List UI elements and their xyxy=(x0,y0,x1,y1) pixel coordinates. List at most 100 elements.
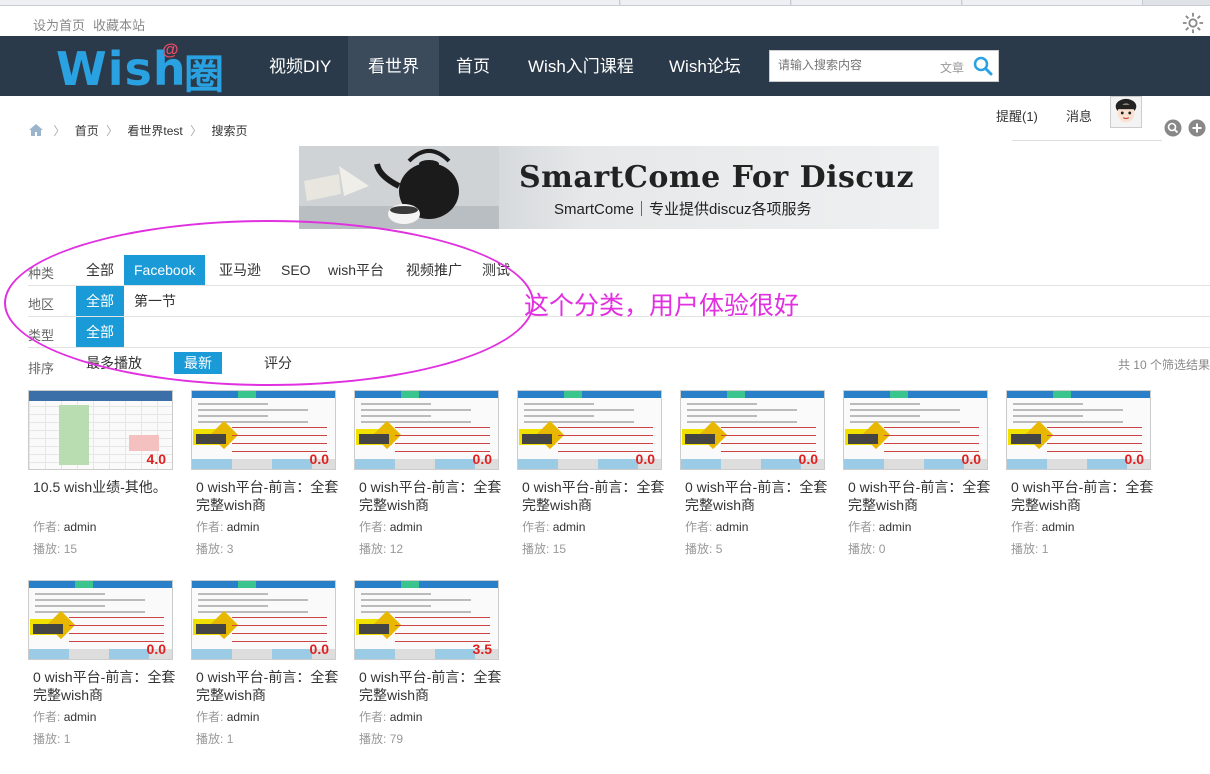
video-thumbnail[interactable]: 0.0 xyxy=(517,390,662,470)
gear-icon[interactable] xyxy=(1182,12,1204,34)
filter-category-amazon[interactable]: 亚马逊 xyxy=(209,255,271,285)
filter-region-section-one[interactable]: 第一节 xyxy=(124,286,186,316)
avatar[interactable] xyxy=(1110,96,1142,128)
video-score: 3.5 xyxy=(472,641,492,657)
plays-label: 播放: xyxy=(685,542,713,556)
video-title[interactable]: 0 wish平台-前言：全套完整wish商 xyxy=(1011,478,1156,514)
site-logo[interactable]: Wish @ 圈 xyxy=(56,40,236,98)
video-thumbnail[interactable]: 0.0 xyxy=(191,580,336,660)
video-author: 作者: admin xyxy=(1011,518,1074,535)
browser-tab[interactable] xyxy=(792,0,962,5)
video-title[interactable]: 0 wish平台-前言：全套完整wish商 xyxy=(685,478,830,514)
home-icon[interactable] xyxy=(28,123,44,137)
video-author: 作者: admin xyxy=(522,518,585,535)
video-plays: 播放: 12 xyxy=(359,540,403,557)
video-plays: 播放: 79 xyxy=(359,730,403,747)
author-name[interactable]: admin xyxy=(227,520,260,534)
banner-subtitle: SmartCome｜专业提供discuz各项服务 xyxy=(554,201,812,218)
video-score: 0.0 xyxy=(1124,451,1144,467)
filter-category-wish-platform[interactable]: wish平台 xyxy=(318,255,394,285)
author-label: 作者: xyxy=(196,520,224,534)
browser-tab[interactable] xyxy=(0,0,620,5)
filter-category-all[interactable]: 全部 xyxy=(76,255,124,285)
video-author: 作者: admin xyxy=(196,708,259,725)
video-thumbnail[interactable]: 0.0 xyxy=(1006,390,1151,470)
filter-region-all[interactable]: 全部 xyxy=(76,286,124,316)
plays-count: 3 xyxy=(226,542,234,556)
zoom-search-icon[interactable] xyxy=(1164,119,1182,137)
nav-item-wish-course[interactable]: Wish入门课程 xyxy=(508,36,654,96)
plays-label: 播放: xyxy=(522,542,550,556)
video-title[interactable]: 0 wish平台-前言：全套完整wish商 xyxy=(196,478,341,514)
messages-link[interactable]: 消息 xyxy=(1066,106,1092,125)
video-thumbnail[interactable]: 0.0 xyxy=(28,580,173,660)
add-icon[interactable] xyxy=(1188,119,1206,137)
video-author: 作者: admin xyxy=(33,518,96,535)
author-label: 作者: xyxy=(33,520,61,534)
filter-type-all[interactable]: 全部 xyxy=(76,317,124,347)
author-name[interactable]: admin xyxy=(553,520,586,534)
video-thumbnail[interactable]: 0.0 xyxy=(843,390,988,470)
video-thumbnail[interactable]: 4.0 xyxy=(28,390,173,470)
author-name[interactable]: admin xyxy=(716,520,749,534)
video-title[interactable]: 0 wish平台-前言：全套完整wish商 xyxy=(33,668,178,704)
filter-label-category: 种类 xyxy=(28,266,55,281)
video-title[interactable]: 0 wish平台-前言：全套完整wish商 xyxy=(359,668,504,704)
video-author: 作者: admin xyxy=(359,708,422,725)
filter-category-facebook[interactable]: Facebook xyxy=(124,255,206,285)
nav-item-see-world[interactable]: 看世界 xyxy=(348,36,439,96)
video-score: 0.0 xyxy=(961,451,981,467)
plays-count: 12 xyxy=(389,542,404,556)
author-name[interactable]: admin xyxy=(227,710,260,724)
breadcrumb-home[interactable]: 首页 xyxy=(75,124,99,138)
plays-label: 播放: xyxy=(359,542,387,556)
search-input[interactable] xyxy=(778,58,928,72)
filter-category-test[interactable]: 测试 xyxy=(472,255,520,285)
filter-row-category: 种类 全部 Facebook 亚马逊 SEO wish平台 视频推广 测试 xyxy=(28,255,1210,286)
author-name[interactable]: admin xyxy=(1042,520,1075,534)
video-author: 作者: admin xyxy=(196,518,259,535)
author-label: 作者: xyxy=(1011,520,1039,534)
nav-item-video-diy[interactable]: 视频DIY xyxy=(249,36,351,96)
reminders-link[interactable]: 提醒(1) xyxy=(996,106,1038,125)
set-home-link[interactable]: 设为首页 xyxy=(33,15,85,34)
video-title[interactable]: 0 wish平台-前言：全套完整wish商 xyxy=(848,478,993,514)
author-label: 作者: xyxy=(522,520,550,534)
video-title[interactable]: 10.5 wish业绩-其他。 xyxy=(33,478,178,496)
video-thumbnail[interactable]: 0.0 xyxy=(354,390,499,470)
filter-category-seo[interactable]: SEO xyxy=(271,255,321,285)
video-thumbnail[interactable]: 3.5 xyxy=(354,580,499,660)
video-title[interactable]: 0 wish平台-前言：全套完整wish商 xyxy=(522,478,667,514)
author-name[interactable]: admin xyxy=(390,710,423,724)
sort-rating[interactable]: 评分 xyxy=(254,352,302,374)
sort-newest[interactable]: 最新 xyxy=(174,352,222,374)
author-name[interactable]: admin xyxy=(390,520,423,534)
video-thumbnail[interactable]: 0.0 xyxy=(191,390,336,470)
breadcrumb-see-world[interactable]: 看世界test xyxy=(127,124,182,138)
search-icon[interactable] xyxy=(973,56,993,76)
search-type-select[interactable]: 文章 xyxy=(940,59,964,76)
plays-label: 播放: xyxy=(1011,542,1039,556)
plays-label: 播放: xyxy=(33,542,61,556)
video-plays: 播放: 5 xyxy=(685,540,722,557)
bookmark-link[interactable]: 收藏本站 xyxy=(93,15,145,34)
video-score: 0.0 xyxy=(472,451,492,467)
video-thumbnail[interactable]: 0.0 xyxy=(680,390,825,470)
author-name[interactable]: admin xyxy=(879,520,912,534)
ad-banner[interactable]: SmartCome For Discuz SmartCome｜专业提供discu… xyxy=(299,146,939,229)
video-score: 0.0 xyxy=(798,451,818,467)
browser-tab[interactable] xyxy=(963,0,1143,5)
nav-item-wish-forum[interactable]: Wish论坛 xyxy=(649,36,761,96)
logo-quan: 圈 xyxy=(184,52,224,98)
browser-tab[interactable] xyxy=(621,0,791,5)
author-name[interactable]: admin xyxy=(64,520,97,534)
video-title[interactable]: 0 wish平台-前言：全套完整wish商 xyxy=(196,668,341,704)
nav-item-home[interactable]: 首页 xyxy=(436,36,510,96)
video-title[interactable]: 0 wish平台-前言：全套完整wish商 xyxy=(359,478,504,514)
author-name[interactable]: admin xyxy=(64,710,97,724)
video-score: 0.0 xyxy=(635,451,655,467)
video-author: 作者: admin xyxy=(33,708,96,725)
filter-category-video-promo[interactable]: 视频推广 xyxy=(396,255,472,285)
plays-count: 5 xyxy=(715,542,723,556)
sort-most-played[interactable]: 最多播放 xyxy=(76,352,152,374)
